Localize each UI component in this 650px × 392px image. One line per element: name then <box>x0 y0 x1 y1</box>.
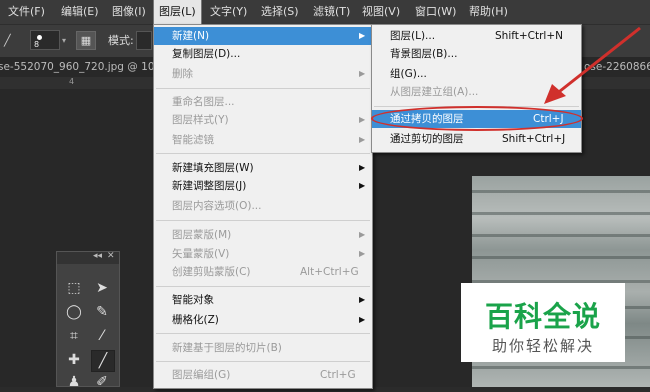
menu-layer[interactable]: 图层(L) <box>153 0 202 25</box>
annotation-arrow-icon <box>544 26 641 104</box>
menu-separator <box>156 333 370 334</box>
submenu-arrow-icon: ▶ <box>359 230 366 239</box>
crop-tool-icon[interactable]: ⌗ <box>63 326 85 346</box>
marquee-tool-icon[interactable]: ⬚ <box>63 278 85 298</box>
brush-panel-toggle-icon[interactable]: ▦ <box>76 31 96 50</box>
submenu-arrow-icon: ▶ <box>359 315 366 324</box>
brush-tool-icon[interactable]: ╱ <box>4 32 11 49</box>
watermark-title: 百科全说 <box>484 300 601 333</box>
menu-item-smart-object[interactable]: 智能对象 ▶ <box>154 291 372 309</box>
submenu-arrow-icon: ▶ <box>359 135 366 144</box>
history-brush-tool-icon[interactable]: ✐ <box>91 372 113 392</box>
submenu-arrow-icon: ▶ <box>359 69 366 78</box>
menu-view[interactable]: 视图(V) <box>362 0 400 24</box>
lasso-tool-icon[interactable]: ◯ <box>63 302 85 322</box>
submenu-arrow-icon: ▶ <box>359 115 366 124</box>
submenu-arrow-icon: ▶ <box>359 163 366 172</box>
document-tab-left[interactable]: se-552070_960_720.jpg @ 104% <box>0 57 171 77</box>
menu-separator <box>156 286 370 287</box>
menu-item-rasterize[interactable]: 栅格化(Z) ▶ <box>154 311 372 329</box>
menu-item-vector-mask[interactable]: 矢量蒙版(V) ▶ <box>154 245 372 263</box>
ruler-tick-label: 4 <box>69 77 75 86</box>
menu-separator <box>156 361 370 362</box>
menu-item-new-adjustment-layer[interactable]: 新建调整图层(J) ▶ <box>154 177 372 195</box>
submenu-item-layer-via-cut[interactable]: 通过剪切的图层 Shift+Ctrl+J <box>372 130 581 148</box>
menu-item-rename-layer[interactable]: 重命名图层... <box>154 93 372 111</box>
eyedropper-tool-icon[interactable]: ⁄ <box>91 326 113 346</box>
tools-panel-header: ◂◂ ✕ <box>57 251 119 264</box>
healing-brush-tool-icon[interactable]: ✚ <box>63 350 85 370</box>
menu-image[interactable]: 图像(I) <box>112 0 146 24</box>
watermark-subtitle: 助你轻松解决 <box>491 337 594 355</box>
menu-item-duplicate-layer[interactable]: 复制图层(D)... <box>154 45 372 63</box>
mode-label: 模式: <box>108 34 134 47</box>
layer-menu-dropdown: 新建(N) ▶ 复制图层(D)... 删除 ▶ 重命名图层... 图层样式(Y) ▶ … <box>153 24 373 389</box>
collapse-icon[interactable]: ◂◂ <box>93 251 102 261</box>
menu-window[interactable]: 窗口(W) <box>415 0 456 24</box>
menu-filter[interactable]: 滤镜(T) <box>313 0 350 24</box>
move-tool-icon[interactable]: ➤ <box>91 278 113 298</box>
menu-separator <box>156 88 370 89</box>
menu-item-layer-mask[interactable]: 图层蒙版(M) ▶ <box>154 226 372 244</box>
close-icon[interactable]: ✕ <box>107 251 115 261</box>
menu-item-new-layer-based-slice[interactable]: 新建基于图层的切片(B) <box>154 339 372 357</box>
menu-edit[interactable]: 编辑(E) <box>61 0 99 24</box>
brush-size-value: 8 <box>34 40 40 49</box>
dropdown-arrow-icon[interactable]: ▾ <box>62 32 66 49</box>
menu-help[interactable]: 帮助(H) <box>469 0 508 24</box>
menu-item-smart-filter[interactable]: 智能滤镜 ▶ <box>154 131 372 149</box>
menu-item-layer-content-options[interactable]: 图层内容选项(O)... <box>154 197 372 215</box>
menu-type[interactable]: 文字(Y) <box>210 0 247 24</box>
menu-file[interactable]: 文件(F) <box>8 0 45 24</box>
quick-select-tool-icon[interactable]: ✎ <box>91 302 113 322</box>
menu-item-create-clipping-mask[interactable]: 创建剪贴蒙版(C) Alt+Ctrl+G <box>154 263 372 281</box>
menu-separator <box>156 220 370 221</box>
stamp-tool-icon[interactable]: ♟ <box>63 372 85 392</box>
brush-tool-icon[interactable]: ╱ <box>91 350 115 372</box>
mode-select[interactable] <box>136 31 152 50</box>
watermark-logo: 百科全说 助你轻松解决 <box>461 283 625 362</box>
submenu-arrow-icon: ▶ <box>359 295 366 304</box>
menu-item-new-fill-layer[interactable]: 新建填充图层(W) ▶ <box>154 159 372 177</box>
menu-select[interactable]: 选择(S) <box>261 0 299 24</box>
menu-item-delete[interactable]: 删除 ▶ <box>154 65 372 83</box>
submenu-arrow-icon: ▶ <box>359 31 366 40</box>
menu-item-layer-style[interactable]: 图层样式(Y) ▶ <box>154 111 372 129</box>
tools-panel: ◂◂ ✕ ⬚ ➤ ◯ ✎ ⌗ ⁄ ✚ ╱ ♟ ✐ <box>56 251 120 390</box>
submenu-arrow-icon: ▶ <box>359 181 366 190</box>
brush-size-picker[interactable]: 8 <box>30 30 60 50</box>
menu-separator <box>156 153 370 154</box>
menu-item-new[interactable]: 新建(N) ▶ <box>154 27 372 45</box>
submenu-arrow-icon: ▶ <box>359 249 366 258</box>
menu-item-group-layers[interactable]: 图层编组(G) Ctrl+G <box>154 366 372 384</box>
